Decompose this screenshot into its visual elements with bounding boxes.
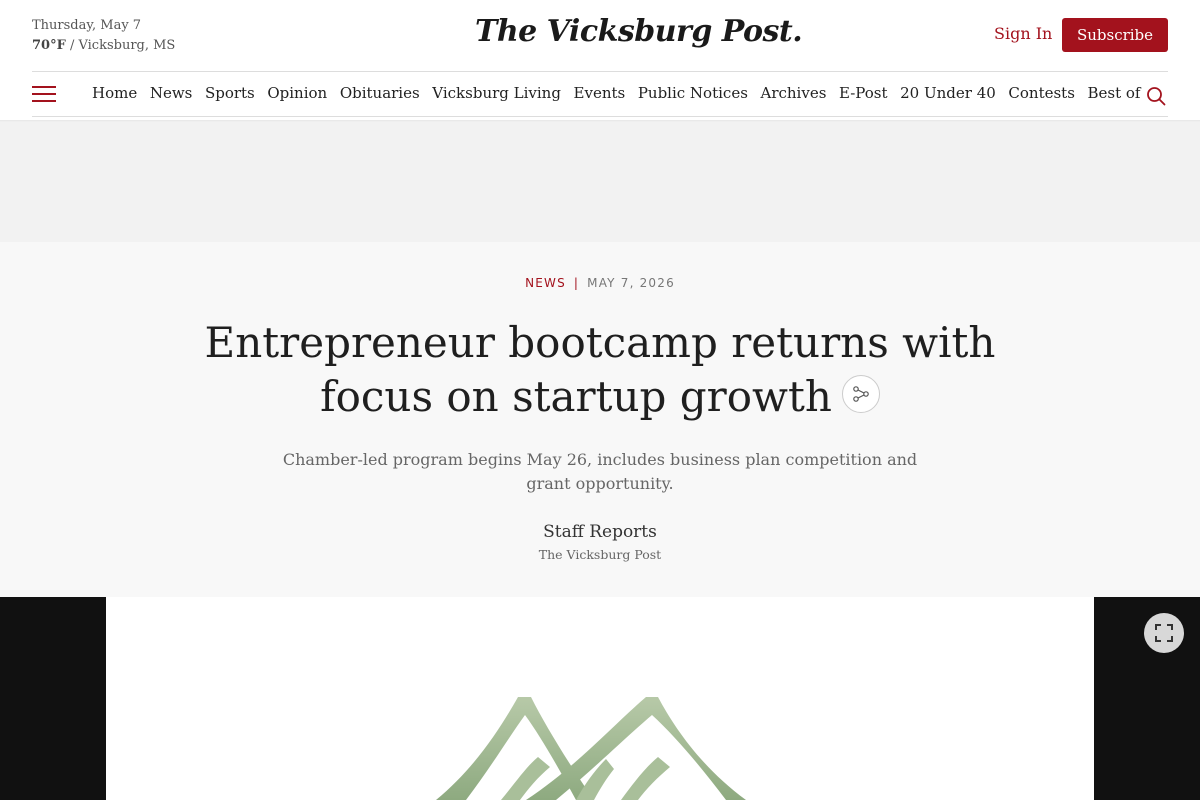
nav-item-public-notices[interactable]: Public Notices [638,84,748,102]
nav-item-sports[interactable]: Sports [205,84,255,102]
nav-item-best-of[interactable]: Best of [1088,84,1141,102]
nav-item-obituaries[interactable]: Obituaries [340,84,420,102]
article-header: NEWS | MAY 7, 2026 Entrepreneur bootcamp r… [0,242,1200,597]
publish-date: MAY 7, 2026 [587,276,675,290]
share-button[interactable] [841,375,880,413]
featured-image-band [0,597,1200,800]
subscribe-button[interactable]: Subscribe [1062,18,1168,52]
nav-item-vicksburg-living[interactable]: Vicksburg Living [432,84,561,102]
article-subheadline: Chamber-led program begins May 26, inclu… [282,450,918,493]
masthead-text: The Vicksburg Post. [475,14,803,49]
author-byline[interactable]: Staff Reports [0,522,1200,542]
article-meta: NEWS | MAY 7, 2026 [0,276,1200,290]
author-organization: The Vicksburg Post [538,547,662,562]
weather-info: 70°F / Vicksburg, MS [32,36,175,56]
menu-icon[interactable] [32,86,56,104]
category-link[interactable]: NEWS [525,276,566,290]
nav-item-contests[interactable]: Contests [1008,84,1075,102]
masthead-logo[interactable]: The Vicksburg Post. [475,14,803,56]
nav-item-20-under-40[interactable]: 20 Under 40 [900,84,996,102]
sign-in-link[interactable]: Sign In [994,24,1052,43]
fullscreen-button[interactable] [1144,613,1184,653]
nav-item-news[interactable]: News [150,84,193,102]
nav-items: Home News Sports Opinion Obituaries Vick… [92,84,1153,102]
current-date: Thursday, May 7 [32,18,142,33]
meta-divider: | [573,276,580,290]
top-bar: Thursday, May 7 70°F / Vicksburg, MS The… [0,0,1200,72]
nav-item-events[interactable]: Events [574,84,626,102]
organization-logo-image [436,697,746,800]
nav-item-home[interactable]: Home [92,84,137,102]
share-icon [853,386,869,402]
date-weather-block: Thursday, May 7 70°F / Vicksburg, MS [32,16,175,56]
main-nav: Home News Sports Opinion Obituaries Vick… [32,71,1168,117]
article-headline: Entrepreneur bootcamp returns with focus… [150,316,1050,424]
nav-item-archives[interactable]: Archives [760,84,826,102]
ad-placeholder [0,122,1200,242]
temperature: 70°F [32,38,66,53]
headline-text: Entrepreneur bootcamp returns with focus… [204,318,996,421]
search-icon[interactable] [1146,86,1166,106]
featured-image[interactable] [106,597,1094,800]
location: / Vicksburg, MS [65,38,176,53]
nav-item-e-post[interactable]: E-Post [839,84,888,102]
nav-item-opinion[interactable]: Opinion [267,84,327,102]
expand-icon [1155,624,1173,642]
